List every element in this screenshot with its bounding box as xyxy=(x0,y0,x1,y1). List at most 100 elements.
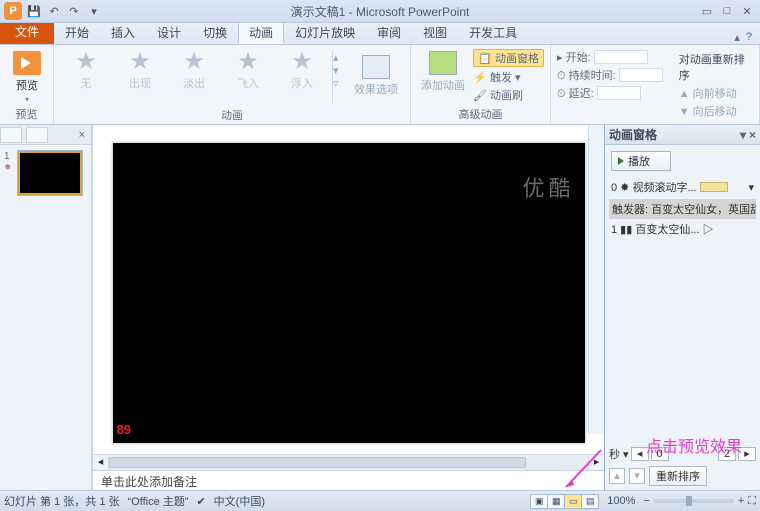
move-down-icon[interactable]: ▾ xyxy=(629,468,645,484)
help-icon[interactable]: ? xyxy=(746,31,752,44)
red-counter: 89 xyxy=(117,422,131,437)
animation-item[interactable]: 1 ▮▮ 百变太空仙... ▷ xyxy=(609,219,756,239)
anim-appear[interactable]: ★出现 xyxy=(116,51,164,103)
tab-review[interactable]: 审阅 xyxy=(366,20,412,44)
minimize-ribbon-icon[interactable]: ▴ xyxy=(734,31,740,44)
sorter-view-icon[interactable]: ▦ xyxy=(547,494,565,509)
delay-input[interactable] xyxy=(597,86,641,100)
scroll-right-icon[interactable]: ▸ xyxy=(588,455,604,470)
scroll-thumb[interactable] xyxy=(109,457,526,468)
group-label-advanced: 高级动画 xyxy=(417,106,544,124)
window-controls: ▭ □ ✕ xyxy=(698,4,760,18)
anim-fade[interactable]: ★淡出 xyxy=(170,51,218,103)
zoom-control: − + ⛶ xyxy=(643,495,756,508)
advanced-options: 📋动画窗格 ⚡触发 ▾ 🖌动画刷 xyxy=(473,47,544,103)
down-icon[interactable]: ▾ xyxy=(333,64,344,77)
qat-dropdown-icon[interactable]: ▾ xyxy=(86,3,102,19)
zoom-value[interactable]: 100% xyxy=(607,495,635,507)
pane-menu-icon[interactable]: ▾ xyxy=(740,128,746,142)
trigger-button[interactable]: ⚡触发 ▾ xyxy=(473,69,544,85)
tab-design[interactable]: 设计 xyxy=(146,20,192,44)
up-icon[interactable]: ▴ xyxy=(333,51,344,64)
tl-right-icon[interactable]: ▸ xyxy=(738,447,756,461)
slide-canvas[interactable]: 优酷 89 xyxy=(113,143,585,443)
animation-list: 0 ✸ 视频滚动字... ▾ 触发器: 百变太空仙女，英国甜... 1 ▮▮ 百… xyxy=(605,177,760,239)
animation-gallery[interactable]: ★无 ★出现 ★淡出 ★飞入 ★浮入 ▴▾▿ 效果选项 xyxy=(60,47,404,107)
zoom-in-icon[interactable]: + xyxy=(738,495,744,507)
app-logo: P xyxy=(4,2,22,20)
vertical-scrollbar[interactable] xyxy=(588,125,604,434)
tab-home[interactable]: 开始 xyxy=(54,20,100,44)
thumbnail-image xyxy=(18,151,82,195)
delay-field[interactable]: ⏲ 延迟: xyxy=(557,85,663,101)
slides-tab-icon[interactable] xyxy=(0,127,22,143)
zoom-out-icon[interactable]: − xyxy=(643,495,649,507)
star-icon: ★ xyxy=(129,51,151,73)
tl-left-icon[interactable]: ◂ xyxy=(631,447,649,461)
canvas-area: 优酷 89 ◂ ▸ 单击此处添加备注 xyxy=(92,125,604,490)
tab-insert[interactable]: 插入 xyxy=(100,20,146,44)
group-label-preview: 预览 xyxy=(6,106,47,124)
move-later-button[interactable]: ▼ 向后移动 xyxy=(679,103,747,119)
preview-button[interactable]: 预览 ▾ xyxy=(6,47,48,104)
gallery-scroll[interactable]: ▴▾▿ xyxy=(332,51,344,103)
quick-access-toolbar: P 💾 ↶ ↷ ▾ xyxy=(0,2,102,20)
anim-none[interactable]: ★无 xyxy=(62,51,110,103)
tab-slideshow[interactable]: 幻灯片放映 xyxy=(284,20,366,44)
close-pane-icon[interactable]: × xyxy=(73,129,91,141)
start-field[interactable]: ▸ 开始: xyxy=(557,49,663,65)
slideshow-view-icon[interactable]: ▤ xyxy=(581,494,599,509)
add-animation-button[interactable]: 添加动画 xyxy=(417,47,469,103)
notes-area[interactable]: 单击此处添加备注 xyxy=(93,470,604,490)
scroll-track[interactable] xyxy=(109,455,588,470)
star-icon: ★ xyxy=(75,51,97,73)
video-watermark: 优酷 xyxy=(522,171,574,203)
play-button[interactable]: 播放 xyxy=(611,151,671,171)
effect-options-button[interactable]: 效果选项 xyxy=(350,51,402,103)
chevron-down-icon[interactable]: ▾ xyxy=(748,181,754,194)
scroll-left-icon[interactable]: ◂ xyxy=(93,455,109,470)
normal-view-icon[interactable]: ▣ xyxy=(530,494,548,509)
minimize-icon[interactable]: ▭ xyxy=(698,4,716,18)
thumbnail-pane: × 1✸ xyxy=(0,125,92,490)
zoom-fit-icon[interactable]: ⛶ xyxy=(748,495,756,508)
tab-view[interactable]: 视图 xyxy=(412,20,458,44)
move-up-icon[interactable]: ▴ xyxy=(609,468,625,484)
reading-view-icon[interactable]: ▭ xyxy=(564,494,582,509)
window-title: 演示文稿1 - Microsoft PowerPoint xyxy=(291,3,470,20)
maximize-icon[interactable]: □ xyxy=(718,4,736,18)
duration-input[interactable] xyxy=(619,68,663,82)
save-icon[interactable]: 💾 xyxy=(26,3,42,19)
move-earlier-button[interactable]: ▲ 向前移动 xyxy=(679,85,747,101)
close-icon[interactable]: ✕ xyxy=(738,4,756,18)
anim-flyin[interactable]: ★飞入 xyxy=(224,51,272,103)
redo-icon[interactable]: ↷ xyxy=(66,3,82,19)
reorder-button[interactable]: 重新排序 xyxy=(649,466,707,486)
tab-animations[interactable]: 动画 xyxy=(238,20,284,44)
start-dropdown[interactable] xyxy=(594,50,648,64)
star-icon: ★ xyxy=(237,51,259,73)
pane-close-icon[interactable]: × xyxy=(749,128,756,142)
reorder-title: 对动画重新排序 xyxy=(679,51,747,83)
zoom-knob[interactable] xyxy=(686,496,692,506)
horizontal-scrollbar[interactable]: ◂ ▸ xyxy=(93,454,604,470)
slide-thumbnail[interactable]: 1✸ xyxy=(4,151,87,195)
animation-item[interactable]: 0 ✸ 视频滚动字... ▾ xyxy=(609,177,756,197)
timing-fields: ▸ 开始: ⏱ 持续时间: ⏲ 延迟: xyxy=(557,47,663,123)
zoom-slider[interactable] xyxy=(654,499,734,503)
language[interactable]: 中文(中国) xyxy=(214,493,265,509)
status-bar: 幻灯片 第 1 张，共 1 张 “Office 主题” ✔ 中文(中国) ▣ ▦… xyxy=(0,490,760,511)
duration-field[interactable]: ⏱ 持续时间: xyxy=(557,67,663,83)
animation-pane-toggle[interactable]: 📋动画窗格 xyxy=(473,49,544,67)
thumbnail-header: × xyxy=(0,125,91,145)
anim-floatin[interactable]: ★浮入 xyxy=(278,51,326,103)
more-icon[interactable]: ▿ xyxy=(333,77,344,90)
outline-tab-icon[interactable] xyxy=(26,127,48,143)
animation-painter-button[interactable]: 🖌动画刷 xyxy=(473,87,544,103)
undo-icon[interactable]: ↶ xyxy=(46,3,62,19)
animation-pane-header: 动画窗格 ▾× xyxy=(605,125,760,145)
slide-count: 幻灯片 第 1 张，共 1 张 xyxy=(4,493,120,509)
tab-developer[interactable]: 开发工具 xyxy=(458,20,528,44)
spellcheck-icon[interactable]: ✔ xyxy=(196,495,205,508)
tab-transitions[interactable]: 切换 xyxy=(192,20,238,44)
